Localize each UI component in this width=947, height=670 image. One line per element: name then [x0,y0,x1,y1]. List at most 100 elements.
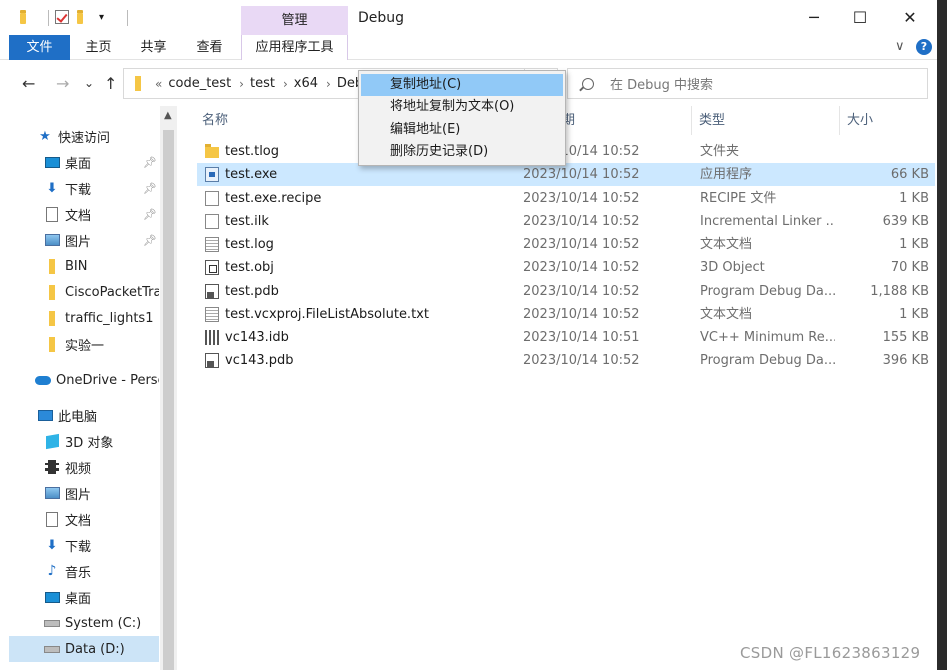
file-row-test-exe-recipe[interactable]: test.exe.recipe 2023/10/14 10:52 RECIPE … [197,187,935,210]
sidebar-item-ciscopackettracer[interactable]: CiscoPacketTra [9,279,159,305]
maximize-button[interactable]: ☐ [837,0,883,35]
file-type: 应用程序 [700,167,753,182]
file-size: 396 KB [882,353,929,368]
sidebar-item-onedrive[interactable]: OneDrive - Persc [9,367,159,393]
sidebar-item-experiment-one[interactable]: 实验一 [9,331,159,357]
file-size: 155 KB [882,330,929,345]
sidebar-item-documents[interactable]: 文档 📌︎ [9,201,159,227]
chevron-right-icon[interactable]: › [283,77,288,91]
sidebar-item-traffic-lights1[interactable]: traffic_lights1 [9,305,159,331]
chevron-right-icon[interactable]: › [326,77,331,91]
new-folder-icon[interactable] [77,10,93,26]
sidebar-item-pictures-pc[interactable]: 图片 [9,480,159,506]
back-button[interactable]: ← [22,74,35,93]
sidebar-item-pictures[interactable]: 图片 📌︎ [9,227,159,253]
file-row-vc143-pdb[interactable]: vc143.pdb 2023/10/14 10:52 Program Debug… [197,349,935,372]
close-button[interactable]: ✕ [887,0,933,35]
column-header-size[interactable]: 大小 [847,106,873,135]
sidebar-item-label: 实验一 [65,338,105,354]
menu-item-copy-address[interactable]: 复制地址(C) [361,74,563,96]
file-name: test.tlog [225,144,280,159]
sidebar-item-desktop[interactable]: 桌面 📌︎ [9,149,159,175]
search-input[interactable]: 在 Debug 中搜索 [567,68,928,99]
chevron-right-icon[interactable]: › [239,77,244,91]
pin-icon: 📌︎ [143,181,157,195]
star-icon: ★ [39,128,51,144]
sidebar-item-label: 此电脑 [58,409,98,425]
file-row-test-ilk[interactable]: test.ilk 2023/10/14 10:52 Incremental Li… [197,210,935,233]
file-type: Program Debug Da... [700,353,835,368]
folder-icon [44,258,60,274]
file-type: Incremental Linker ... [700,214,835,229]
expand-ribbon-chevron-icon[interactable]: ∨ [895,39,905,54]
file-row-test-pdb[interactable]: test.pdb 2023/10/14 10:52 Program Debug … [197,280,935,303]
file-row-test-vcxproj-filelistabsolute-txt[interactable]: test.vcxproj.FileListAbsolute.txt 2023/1… [197,303,935,326]
column-divider[interactable] [691,106,692,135]
forward-button[interactable]: → [56,74,69,93]
sidebar-item-label: 音乐 [65,565,92,581]
ilk-file-icon [205,214,219,229]
sidebar-item-quick-access[interactable]: ★ 快速访问 [9,123,159,149]
file-date: 2023/10/14 10:52 [523,307,640,322]
sidebar-item-documents-pc[interactable]: 文档 [9,506,159,532]
minimize-button[interactable]: ─ [791,0,837,35]
pictures-icon [44,485,60,501]
menu-item-edit-address[interactable]: 编辑地址(E) [361,119,563,141]
recent-locations-button[interactable]: ⌄ [84,76,94,90]
sidebar-item-system-c[interactable]: System (C:) [9,610,159,636]
column-divider[interactable] [839,106,840,135]
properties-check-icon[interactable] [55,10,71,26]
sidebar-item-label: 下载 [65,539,92,555]
address-context-menu: 复制地址(C) 将地址复制为文本(O) 编辑地址(E) 删除历史记录(D) [358,70,566,166]
file-row-test-obj[interactable]: test.obj 2023/10/14 10:52 3D Object 70 K… [197,256,935,279]
file-name: vc143.idb [225,330,289,345]
help-icon[interactable]: ? [916,39,932,55]
menu-item-copy-address-as-text[interactable]: 将地址复制为文本(O) [361,96,563,118]
sidebar-item-label: 桌面 [65,591,92,607]
sidebar-item-data-d[interactable]: Data (D:) [9,636,159,662]
sidebar-item-label: 文档 [65,208,92,224]
column-header-name[interactable]: 名称 [202,106,228,135]
sidebar-item-label: 文档 [65,513,92,529]
file-row-test-log[interactable]: test.log 2023/10/14 10:52 文本文档 1 KB [197,233,935,256]
sidebar-item-videos[interactable]: 视频 [9,454,159,480]
menu-item-delete-history[interactable]: 删除历史记录(D) [361,141,563,163]
scrollbar-thumb[interactable] [163,130,174,670]
title-bar: ▾ 管理 Debug ─ ☐ ✕ [0,0,937,35]
tab-home[interactable]: 主页 [76,35,121,60]
breadcrumb-overflow[interactable]: « [155,77,162,91]
blank-file-icon [205,191,219,206]
file-row-test-tlog[interactable]: test.tlog 2023/10/14 10:52 文件夹 [197,140,935,163]
sidebar-scrollbar[interactable]: ▲ [160,106,177,670]
tab-application-tools[interactable]: 应用程序工具 [241,35,348,60]
tab-share[interactable]: 共享 [131,35,176,60]
sidebar-item-music[interactable]: ♪ 音乐 [9,558,159,584]
customize-toolbar-icon[interactable]: ▾ [99,10,115,26]
folder-icon [44,336,60,352]
breadcrumb-code-test[interactable]: code_test [168,76,231,91]
column-header-type[interactable]: 类型 [699,106,725,135]
breadcrumb-x64[interactable]: x64 [294,76,318,91]
3d-objects-icon [44,433,60,449]
sidebar-item-this-pc[interactable]: 此电脑 [9,402,159,428]
sidebar-item-3d-objects[interactable]: 3D 对象 [9,428,159,454]
sidebar-item-label: 视频 [65,461,92,477]
folder-icon [130,76,146,92]
sidebar-item-desktop-pc[interactable]: 桌面 [9,584,159,610]
sidebar-item-label: 3D 对象 [65,435,114,451]
file-type: VC++ Minimum Re... [700,330,835,345]
sidebar-item-label: 下载 [65,182,92,198]
tab-view[interactable]: 查看 [187,35,232,60]
manage-contextual-tab[interactable]: 管理 [241,6,348,35]
breadcrumb-test[interactable]: test [250,76,275,91]
folder-icon [205,144,219,158]
sidebar-item-downloads[interactable]: ⬇ 下载 📌︎ [9,175,159,201]
up-button[interactable]: ↑ [104,74,117,93]
file-row-test-exe[interactable]: test.exe 2023/10/14 10:52 应用程序 66 KB [197,163,935,186]
file-row-vc143-idb[interactable]: vc143.idb 2023/10/14 10:51 VC++ Minimum … [197,326,935,349]
tab-file[interactable]: 文件 [9,35,70,60]
sidebar-item-downloads-pc[interactable]: ⬇ 下载 [9,532,159,558]
file-date: 2023/10/14 10:52 [523,214,640,229]
scroll-up-arrow-icon[interactable]: ▲ [164,110,172,121]
sidebar-item-bin[interactable]: BIN [9,253,159,279]
